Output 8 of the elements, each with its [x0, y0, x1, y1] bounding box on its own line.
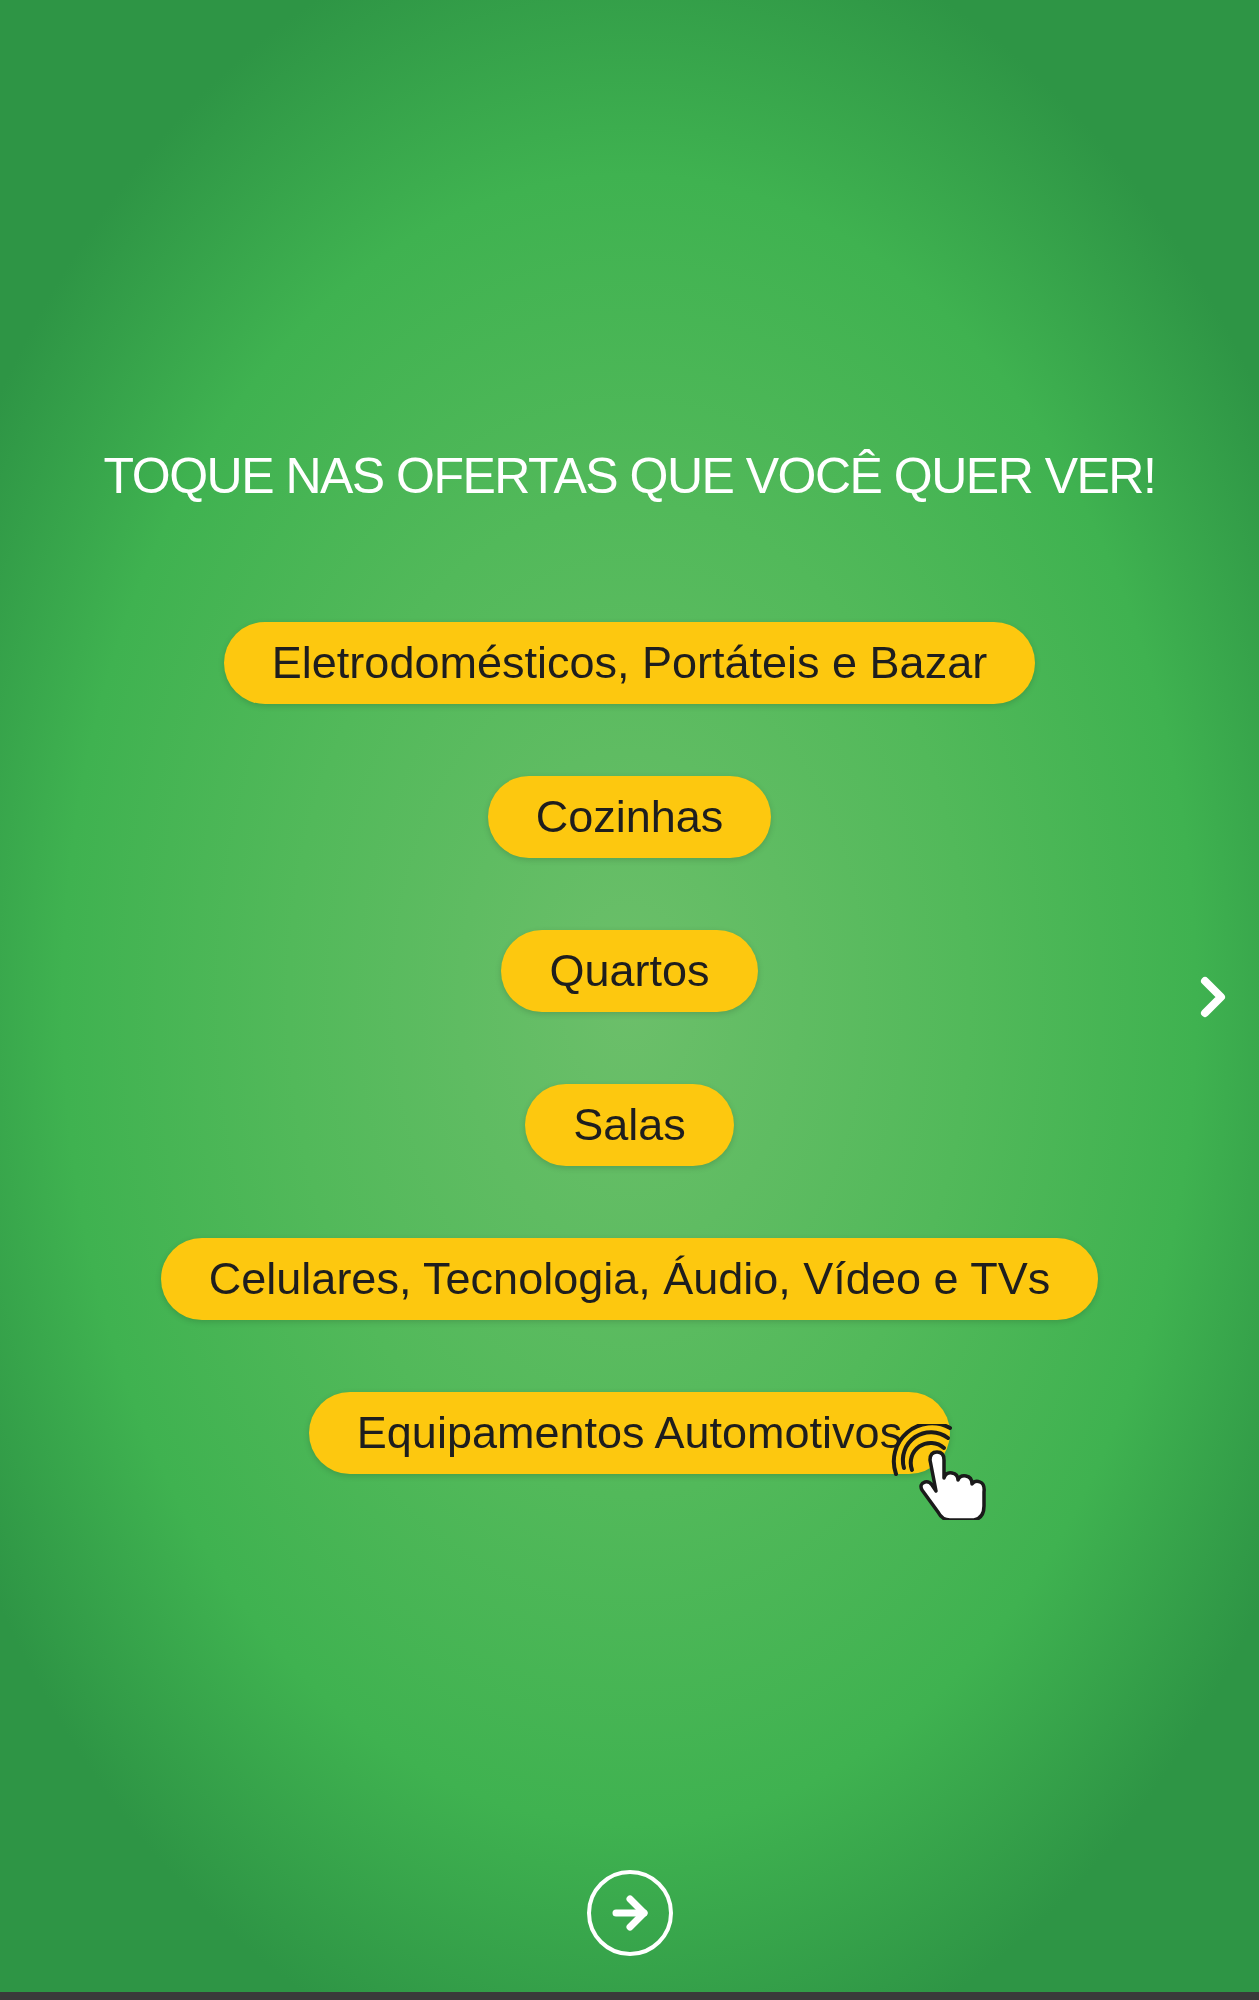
category-button[interactable]: Salas [525, 1084, 734, 1166]
category-button[interactable]: Eletrodomésticos, Portáteis e Bazar [223, 622, 1036, 704]
category-button[interactable]: Celulares, Tecnologia, Áudio, Vídeo e TVs [160, 1238, 1099, 1320]
category-button[interactable]: Equipamentos Automotivos [308, 1392, 951, 1474]
continue-button[interactable] [586, 1870, 673, 1956]
category-button[interactable]: Cozinhas [487, 776, 772, 858]
page-title: TOQUE NAS OFERTAS QUE VOCÊ QUER VER! [103, 448, 1156, 504]
category-button[interactable]: Quartos [501, 930, 758, 1012]
